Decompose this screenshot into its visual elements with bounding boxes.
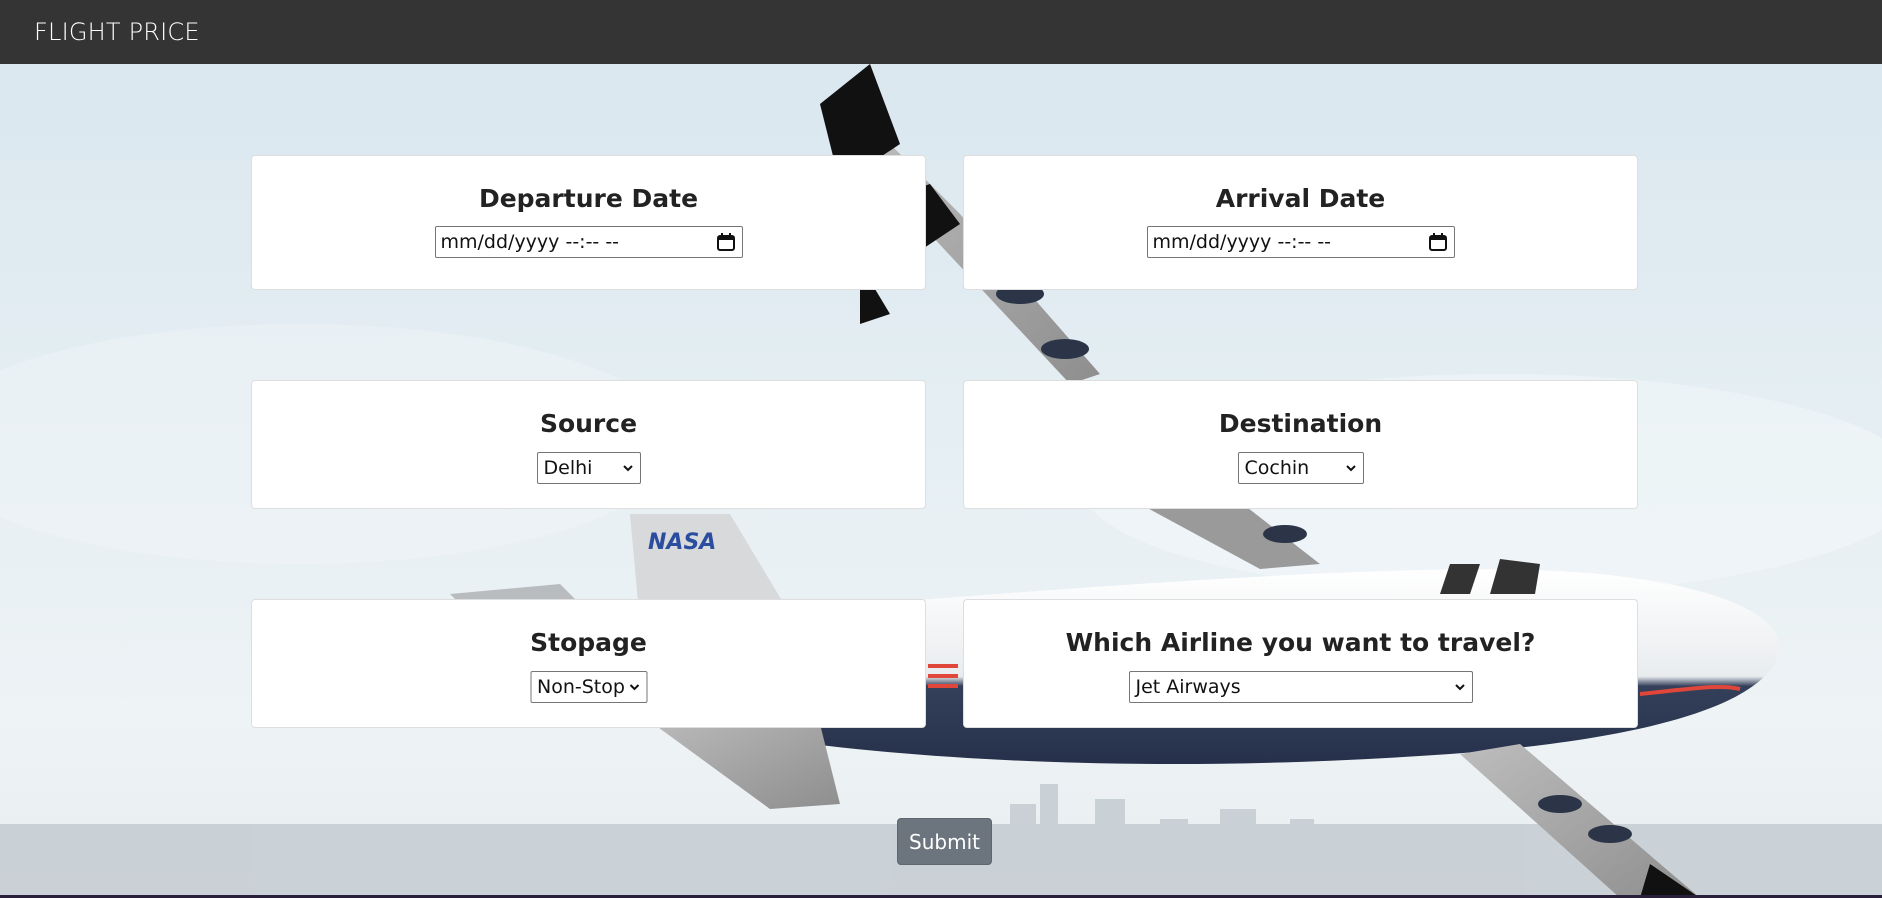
departure-date-card: Departure Date mm/dd/yyyy --:-- -- bbox=[251, 155, 926, 290]
chevron-down-icon bbox=[1454, 684, 1465, 691]
airline-select[interactable]: Jet Airways bbox=[1128, 671, 1473, 703]
destination-select[interactable]: Cochin bbox=[1237, 452, 1364, 484]
stopage-card: Stopage Non-Stop bbox=[251, 599, 926, 728]
arrival-date-card: Arrival Date mm/dd/yyyy --:-- -- bbox=[963, 155, 1638, 290]
arrival-date-placeholder: mm/dd/yyyy --:-- -- bbox=[1152, 231, 1332, 253]
airline-selected-value: Jet Airways bbox=[1135, 676, 1241, 698]
arrival-date-label: Arrival Date bbox=[1215, 184, 1386, 213]
departure-date-placeholder: mm/dd/yyyy --:-- -- bbox=[440, 231, 620, 253]
source-select[interactable]: Delhi bbox=[536, 452, 641, 484]
stopage-label: Stopage bbox=[530, 628, 647, 657]
destination-label: Destination bbox=[1218, 409, 1383, 438]
departure-date-input[interactable]: mm/dd/yyyy --:-- -- bbox=[434, 226, 743, 258]
submit-button[interactable]: Submit bbox=[897, 818, 992, 865]
calendar-icon[interactable] bbox=[716, 232, 736, 252]
stopage-select[interactable]: Non-Stop bbox=[530, 671, 647, 703]
airline-card: Which Airline you want to travel? Jet Ai… bbox=[963, 599, 1638, 728]
calendar-icon[interactable] bbox=[1428, 232, 1448, 252]
destination-card: Destination Cochin bbox=[963, 380, 1638, 509]
chevron-down-icon bbox=[622, 465, 633, 472]
navbar: FLIGHT PRICE bbox=[0, 0, 1882, 64]
chevron-down-icon bbox=[629, 684, 639, 691]
chevron-down-icon bbox=[1345, 465, 1356, 472]
source-selected-value: Delhi bbox=[543, 457, 593, 479]
destination-selected-value: Cochin bbox=[1244, 457, 1310, 479]
nasa-logo: NASA bbox=[648, 530, 716, 555]
source-card: Source Delhi bbox=[251, 380, 926, 509]
source-label: Source bbox=[539, 409, 638, 438]
arrival-date-input[interactable]: mm/dd/yyyy --:-- -- bbox=[1146, 226, 1455, 258]
airline-label: Which Airline you want to travel? bbox=[1065, 628, 1536, 657]
brand-link[interactable]: FLIGHT PRICE bbox=[34, 18, 200, 46]
stopage-selected-value: Non-Stop bbox=[537, 676, 625, 698]
departure-date-label: Departure Date bbox=[478, 184, 699, 213]
